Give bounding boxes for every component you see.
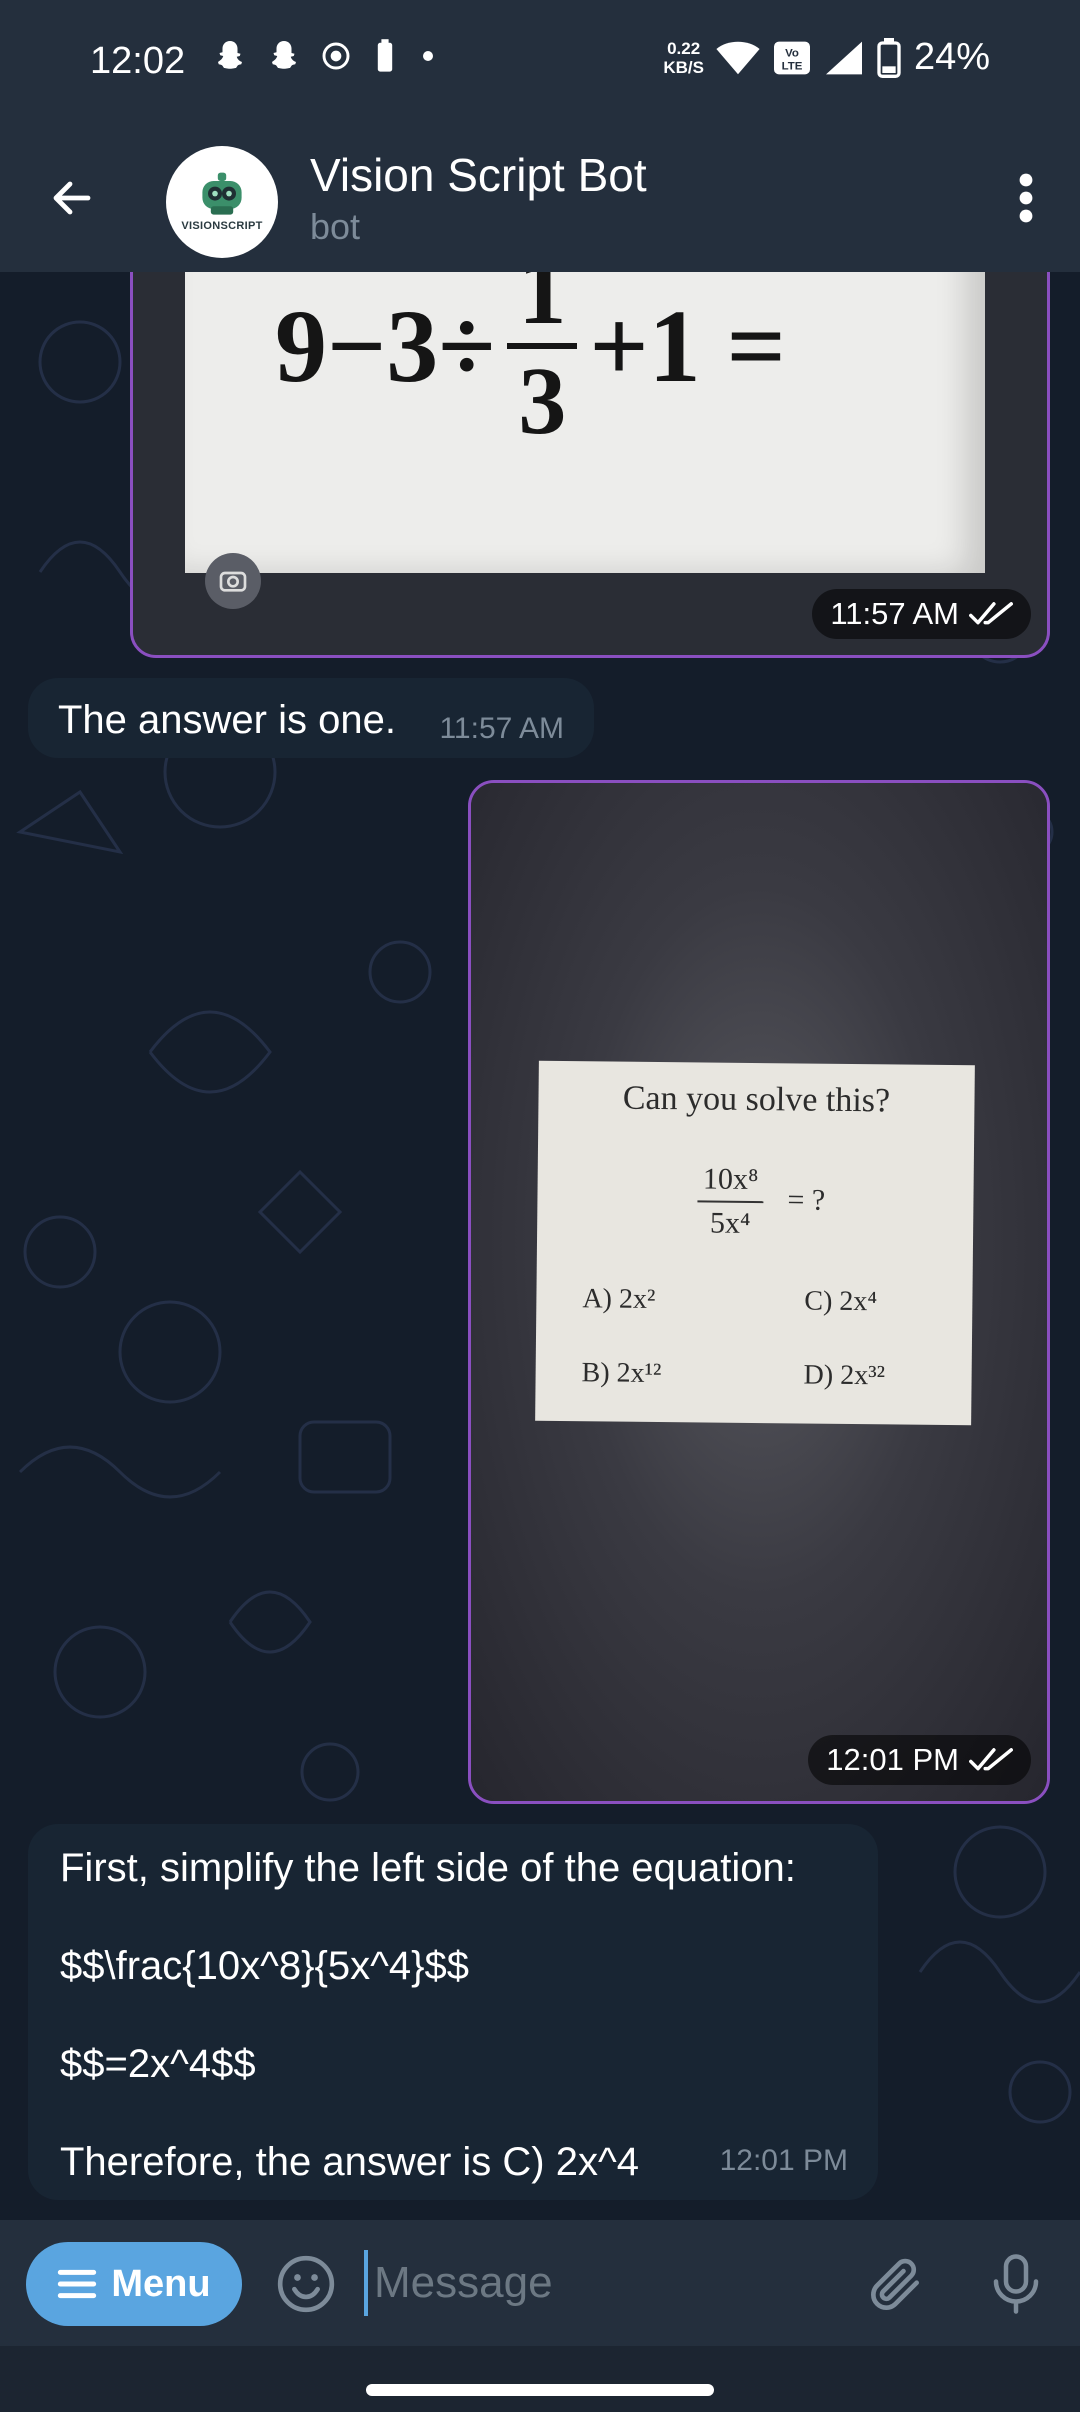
chat-header: VISIONSCRIPT Vision Script Bot bot [0,126,1080,272]
status-bar: 12:02 0.22 KB/S Vo LTE 24% [0,0,1080,126]
photo-equals: = ? [787,1183,826,1217]
fraction-denominator: 3 [518,347,567,454]
svg-text:LTE: LTE [782,60,803,72]
message-line: First, simplify the left side of the equ… [60,1846,796,1890]
wifi-icon [716,41,760,74]
photo-paper: Can you solve this? 10x⁸ 5x⁴ = ? A) 2x² … [535,1060,975,1426]
message-time: 11:57 AM [439,712,564,745]
fraction-bar [697,1200,764,1204]
system-nav-bar [0,2346,1080,2412]
incoming-message[interactable]: The answer is one. 11:57 AM [28,678,594,758]
menu-lines-icon [58,2269,97,2299]
battery-saver-icon [377,39,393,72]
voice-message-button[interactable] [976,2244,1056,2324]
robot-logo-icon [202,172,242,215]
back-button[interactable] [36,162,108,234]
outgoing-photo-message[interactable]: Can you solve this? 10x⁸ 5x⁴ = ? A) 2x² … [468,780,1050,1804]
message-line: $$=2x^4$$ [60,2042,256,2086]
more-options-button[interactable] [990,162,1062,234]
arrow-left-icon [53,181,91,215]
cell-signal-icon [825,41,862,74]
double-check-icon [969,1748,1013,1771]
option-a: A) 2x² [582,1283,656,1315]
volte-icon: VoLTE [773,41,810,74]
paperclip-icon [871,2258,919,2310]
message-input[interactable] [364,2250,834,2316]
incoming-message[interactable]: First, simplify the left side of the equ… [28,1824,878,2200]
option-c: C) 2x⁴ [804,1285,878,1318]
equation-left: 9−3÷ [275,288,496,404]
speed-unit: KB/S [663,57,704,77]
photo-fraction: 10x⁸ 5x⁴ [697,1162,764,1241]
message-input-bar: Menu [0,2220,1080,2346]
photo-timestamp: 12:01 PM [808,1735,1031,1785]
double-check-icon [969,602,1013,625]
svg-text:Vo: Vo [785,47,799,59]
chat-title[interactable]: Vision Script Bot [310,148,647,202]
network-speed: 0.22 KB/S [663,39,704,77]
message-time: 12:01 PM [826,1742,959,1777]
notification-icons [212,38,438,74]
fraction-numerator: 10x⁸ [702,1162,759,1197]
battery-percent: 24% [913,36,990,78]
battery-icon [877,37,901,78]
menu-label: Menu [111,2262,211,2305]
chat-subtitle: bot [310,206,361,247]
photo-question: Can you solve this? [622,1079,891,1120]
speed-value: 0.22 [667,38,701,58]
message-text: The answer is one. [58,698,396,742]
smiley-icon [277,2255,335,2313]
option-b: B) 2x¹² [581,1357,662,1390]
outgoing-photo-message[interactable]: 9−3÷ 1 3 +1 = 11:57 AM [130,220,1050,658]
bot-avatar[interactable]: VISIONSCRIPT [166,146,278,258]
attach-button[interactable] [856,2244,936,2324]
fraction-denominator: 5x⁴ [709,1206,751,1240]
photo-timestamp: 11:57 AM [812,589,1031,639]
home-gesture-indicator[interactable] [366,2384,714,2396]
status-right-icons: 0.22 KB/S Vo LTE 24% [663,36,990,79]
more-notifications-dot-icon [423,51,433,61]
message-line: Therefore, the answer is C) 2x^4 [60,2140,640,2184]
option-d: D) 2x³² [803,1359,886,1392]
more-vertical-icon [1019,173,1033,223]
microphone-icon [993,2254,1039,2314]
photo-equation: 9−3÷ 1 3 +1 = [275,243,786,449]
snapchat-icon [218,41,242,69]
equation-right: +1 = [589,288,786,404]
message-line: $$\frac{10x^8}{5x^4}$$ [60,1944,469,1988]
camera-flip-icon [205,553,261,609]
message-time: 11:57 AM [830,596,959,631]
record-icon [322,42,350,70]
status-time: 12:02 [90,40,186,82]
snapchat-icon [272,41,296,69]
message-time: 12:01 PM [719,2144,848,2177]
telegram-chat-screen: 12:02 0.22 KB/S Vo LTE 24% VISIONSCRIPT … [0,0,1080,2412]
equation-fraction: 1 3 [507,243,578,454]
top-app-bar: 12:02 0.22 KB/S Vo LTE 24% VISIONSCRIPT … [0,0,1080,272]
emoji-button[interactable] [270,2248,342,2320]
avatar-logo-text: VISIONSCRIPT [181,220,263,232]
bot-menu-button[interactable]: Menu [26,2242,242,2326]
photo-paper: 9−3÷ 1 3 +1 = [185,223,985,573]
